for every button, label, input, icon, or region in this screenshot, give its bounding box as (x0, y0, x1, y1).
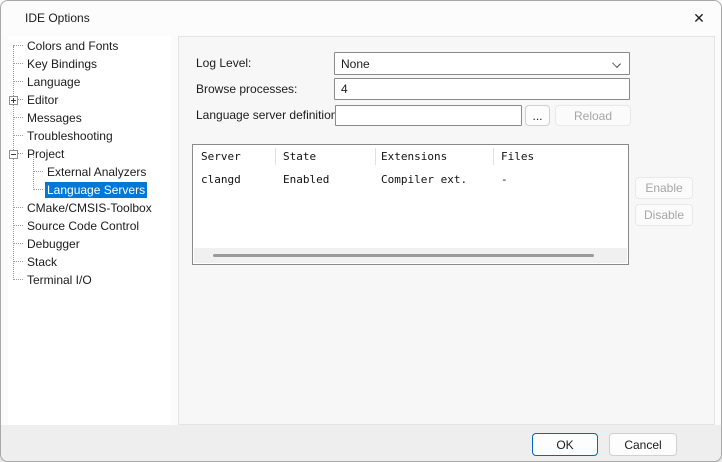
tree-stub (13, 45, 23, 46)
sidebar-item-colors-and-fonts[interactable]: Colors and Fonts (8, 37, 171, 55)
sidebar-item-messages[interactable]: Messages (8, 109, 171, 127)
browse-definitions-button[interactable]: ... (525, 105, 550, 126)
log-level-label: Log Level: (196, 56, 252, 70)
sidebar-item-external-analyzers[interactable]: External Analyzers (8, 163, 171, 181)
tree-stub (13, 207, 23, 208)
column-separator (275, 148, 276, 165)
browse-processes-input[interactable] (334, 78, 630, 100)
cell-files: - (501, 173, 508, 186)
tree-stub (33, 189, 43, 190)
sidebar-item-cmake-cmsis-toolbox[interactable]: CMake/CMSIS-Toolbox (8, 199, 171, 217)
sidebar-item-key-bindings[interactable]: Key Bindings (8, 55, 171, 73)
cancel-button[interactable]: Cancel (609, 433, 677, 456)
sidebar-item-label: Colors and Fonts (27, 39, 119, 53)
sidebar-item-label: Editor (27, 93, 59, 107)
browse-processes-label: Browse processes: (196, 82, 298, 96)
column-header-files: Files (501, 150, 535, 163)
titlebar: IDE Options ✕ (1, 1, 721, 35)
sidebar-item-debugger[interactable]: Debugger (8, 235, 171, 253)
sidebar-item-editor[interactable]: Editor (8, 91, 171, 109)
ok-button[interactable]: OK (532, 433, 598, 456)
collapse-minus-icon[interactable] (9, 150, 18, 159)
column-separator (375, 148, 376, 165)
chevron-down-icon (612, 59, 621, 68)
ide-options-dialog: IDE Options ✕ Colors and Fonts Key Bindi… (0, 0, 722, 462)
reload-button[interactable]: Reload (555, 105, 631, 126)
sidebar-item-stack[interactable]: Stack (8, 253, 171, 271)
tree-stub (13, 81, 23, 82)
tree-stub (13, 117, 23, 118)
enable-button[interactable]: Enable (635, 177, 693, 199)
tree-stub (13, 261, 23, 262)
sidebar-item-troubleshooting[interactable]: Troubleshooting (8, 127, 171, 145)
tree-stub (13, 243, 23, 244)
close-icon[interactable]: ✕ (677, 2, 721, 34)
tree-stub (13, 279, 23, 280)
column-header-server: Server (201, 150, 241, 163)
cell-extensions: Compiler ext. (381, 173, 468, 186)
tree-stub (33, 171, 43, 172)
column-header-state: State (283, 150, 317, 163)
sidebar-item-label: Debugger (27, 237, 80, 251)
language-server-definitions-label: Language server definitions: (196, 108, 347, 122)
cell-server: clangd (201, 173, 241, 186)
sidebar-item-label: Source Code Control (27, 219, 140, 233)
column-header-extensions: Extensions (381, 150, 448, 163)
sidebar-item-label: Language (27, 75, 81, 89)
sidebar-item-label: Project (27, 147, 65, 161)
column-separator (493, 148, 494, 165)
sidebar-item-label: Troubleshooting (27, 129, 113, 143)
sidebar-item-project[interactable]: Project (8, 145, 171, 163)
tree-stub (13, 225, 23, 226)
expand-plus-icon[interactable] (9, 96, 18, 105)
sidebar-item-label: Stack (27, 255, 58, 269)
sidebar-item-label: External Analyzers (47, 165, 147, 179)
cell-state: Enabled (283, 173, 330, 186)
horizontal-scrollbar[interactable] (194, 248, 627, 263)
scrollbar-thumb[interactable] (213, 254, 594, 257)
options-tree: Colors and Fonts Key Bindings Language E… (8, 36, 171, 425)
tree-stub (13, 63, 23, 64)
sidebar-item-language-servers[interactable]: Language Servers (8, 181, 171, 199)
sidebar-item-label: Key Bindings (27, 57, 98, 71)
language-servers-panel: Log Level: None Browse processes: Langua… (178, 36, 715, 425)
log-level-value: None (341, 56, 370, 71)
server-table: Server State Extensions Files clangd Ena… (192, 144, 629, 265)
sidebar-item-label: CMake/CMSIS-Toolbox (27, 201, 152, 215)
sidebar-item-terminal-io[interactable]: Terminal I/O (8, 271, 171, 289)
window-title: IDE Options (25, 11, 90, 25)
sidebar-item-source-code-control[interactable]: Source Code Control (8, 217, 171, 235)
tree-stub (13, 135, 23, 136)
sidebar-item-label: Messages (27, 111, 82, 125)
disable-button[interactable]: Disable (635, 204, 693, 226)
log-level-select[interactable]: None (334, 52, 630, 75)
sidebar-item-language[interactable]: Language (8, 73, 171, 91)
language-server-definitions-input[interactable] (335, 105, 522, 126)
sidebar-item-label: Terminal I/O (27, 273, 92, 287)
sidebar-item-label: Language Servers (45, 182, 148, 198)
